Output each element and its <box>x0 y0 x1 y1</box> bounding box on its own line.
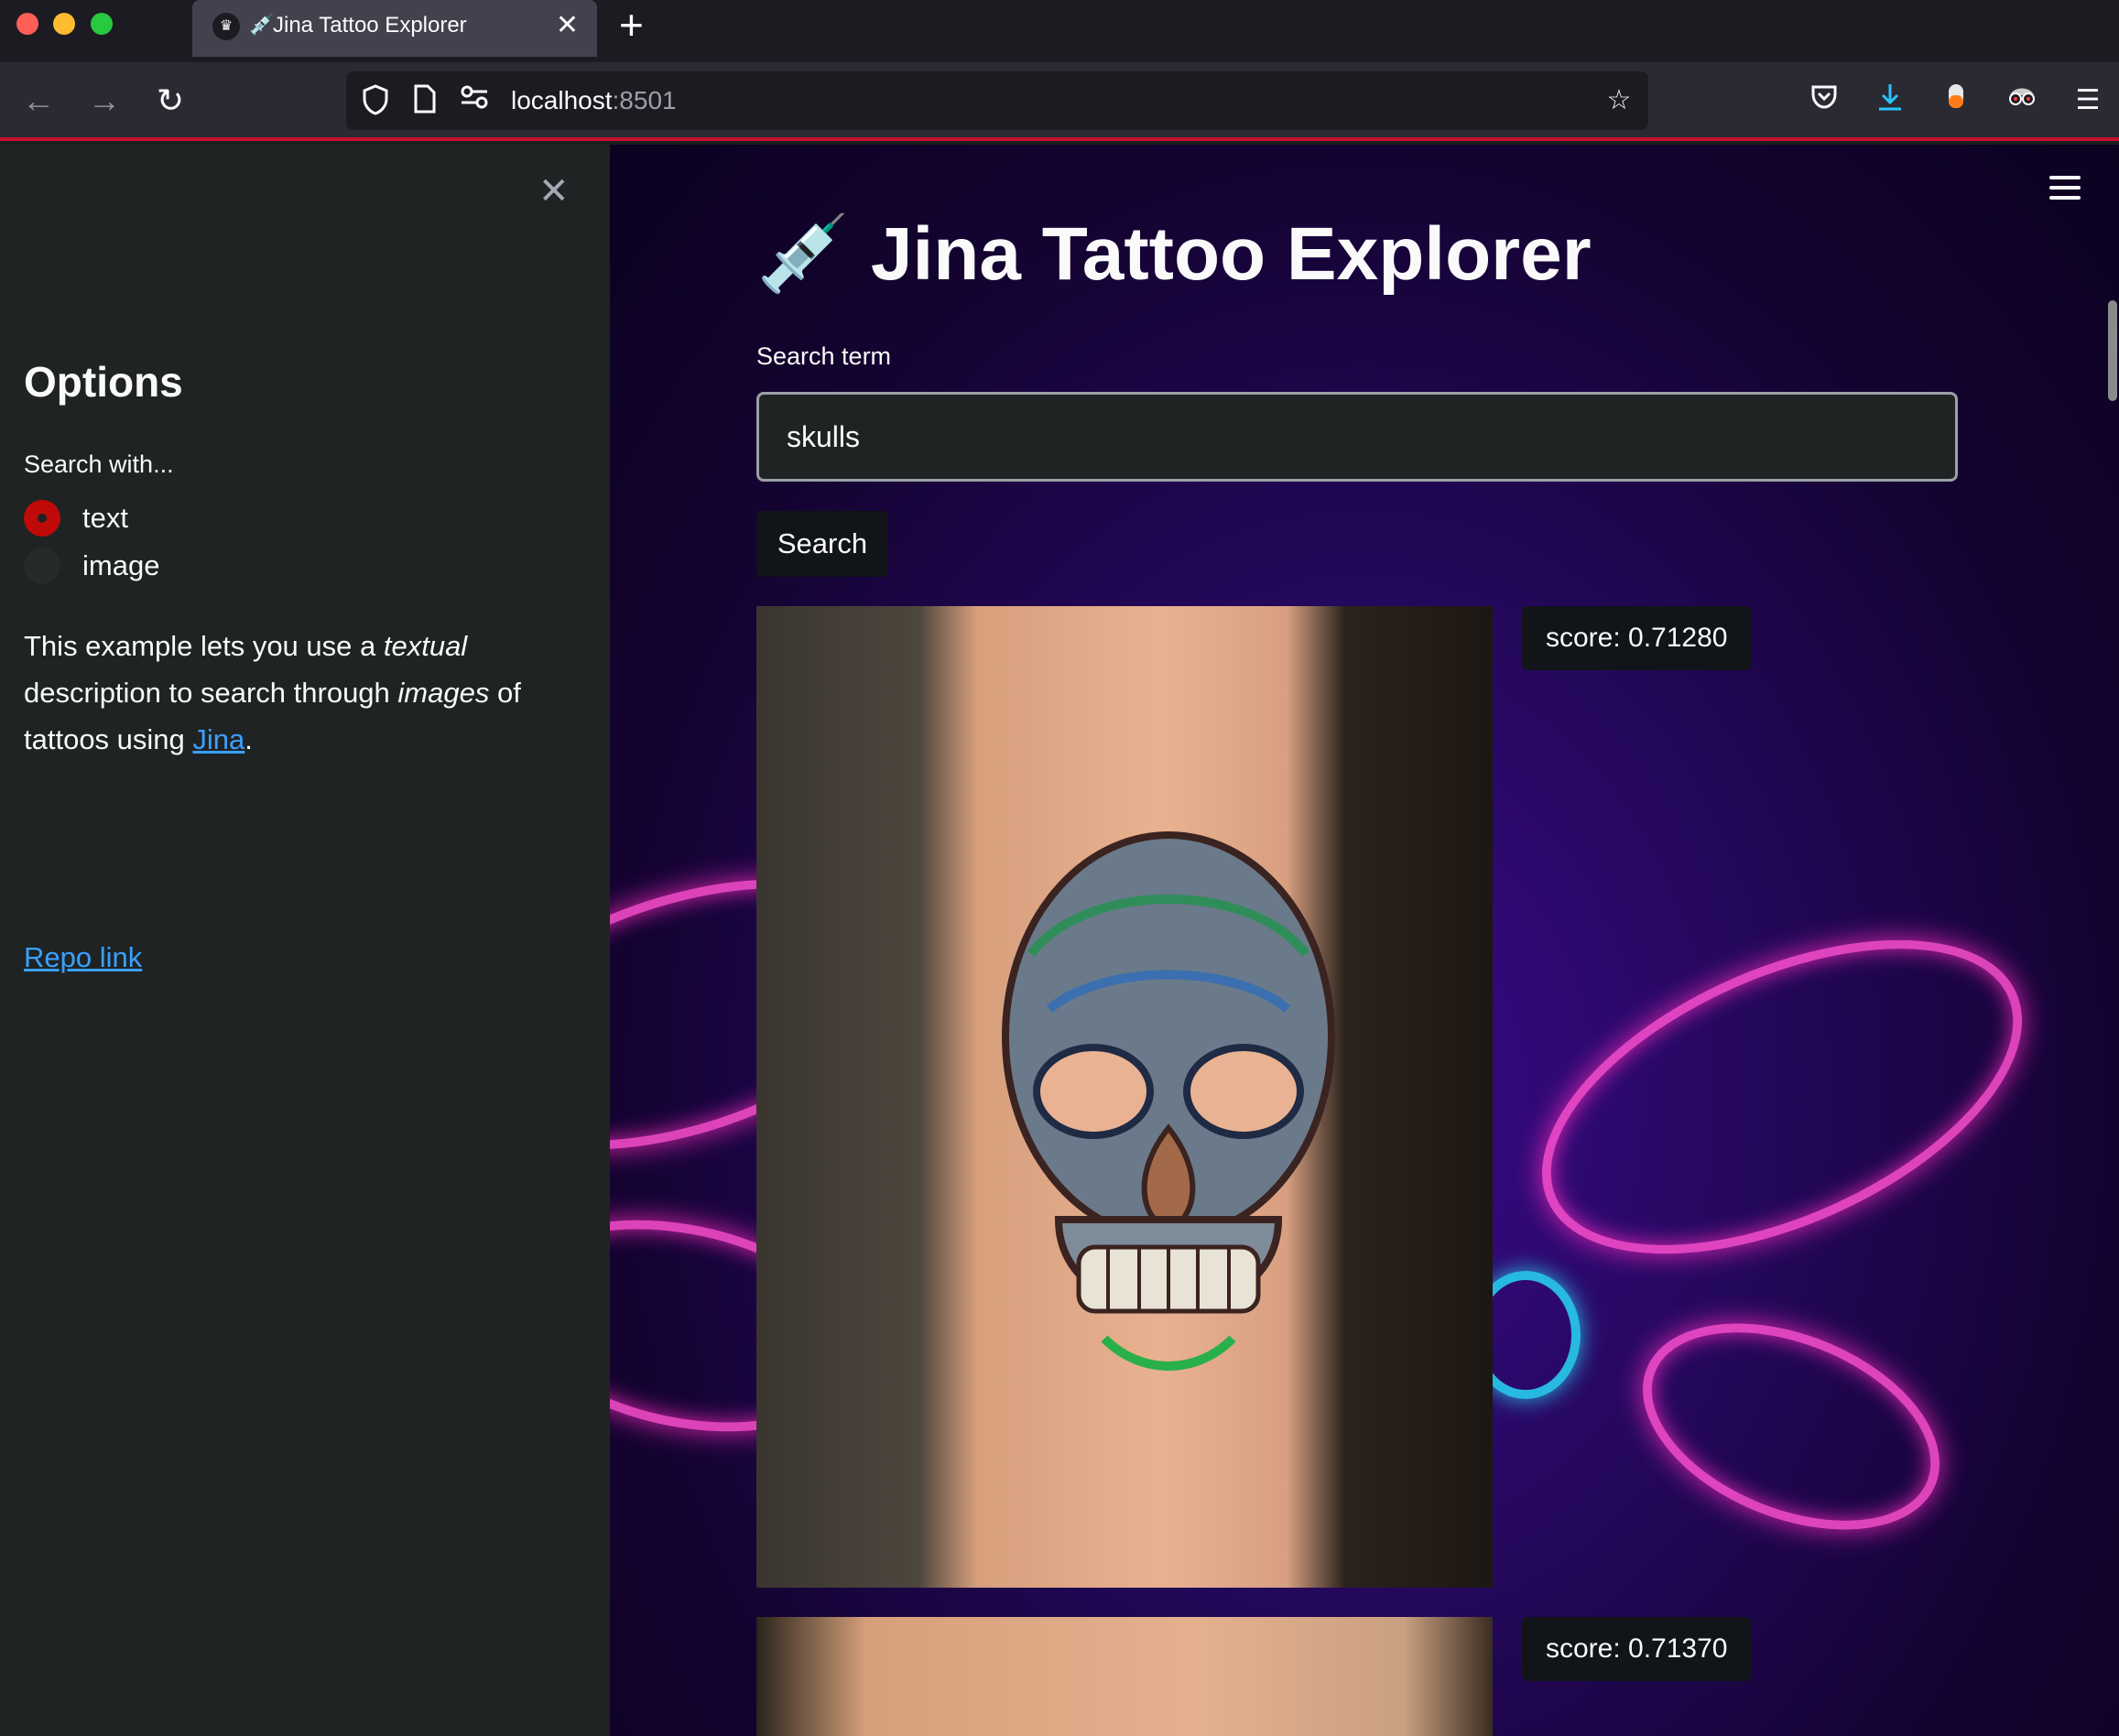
page-scrollbar[interactable] <box>2108 300 2117 401</box>
url-port: :8501 <box>612 86 677 114</box>
sidebar-close-icon[interactable]: ✕ <box>538 170 570 212</box>
back-arrow-icon[interactable]: ← <box>18 81 59 121</box>
radio-unselected-icon[interactable] <box>24 548 60 584</box>
desc-part: This example lets you use a <box>24 630 384 662</box>
neon-background-decoration <box>1612 1283 1971 1570</box>
skull-tattoo-image <box>1002 831 1335 1371</box>
sidebar-title: Options <box>24 358 183 406</box>
bookmark-star-icon[interactable]: ☆ <box>1603 84 1635 117</box>
tab-title: Jina Tattoo Explorer <box>273 13 467 38</box>
url-host: localhost <box>511 86 613 114</box>
radio-label-image: image <box>82 549 160 581</box>
page-title: 💉 Jina Tattoo Explorer <box>756 212 1592 296</box>
shield-icon[interactable] <box>359 84 392 117</box>
reload-icon[interactable]: ↻ <box>150 81 190 121</box>
radio-selected-icon[interactable] <box>24 500 60 537</box>
score-badge: score: 0.71280 <box>1522 606 1752 670</box>
browser-tab[interactable]: ♛ 💉 Jina Tattoo Explorer ✕ <box>192 0 597 57</box>
sidebar-description: This example lets you use a textual desc… <box>24 623 537 763</box>
sidebar: ✕ Options Search with... text image This… <box>0 145 610 1736</box>
result-image <box>756 606 1493 1588</box>
crown-favicon-icon: ♛ <box>212 13 240 40</box>
neon-background-decoration <box>1495 875 2069 1318</box>
search-button[interactable]: Search <box>756 511 888 577</box>
search-term-label: Search term <box>756 342 892 370</box>
desc-emphasis: textual <box>383 630 468 662</box>
window-maximize-button[interactable] <box>91 13 113 35</box>
app-menu-icon[interactable] <box>2049 176 2081 206</box>
browser-tab-bar: ♛ 💉 Jina Tattoo Explorer ✕ + <box>0 0 2119 62</box>
page-info-icon[interactable] <box>408 84 441 117</box>
main-content: 💉 Jina Tattoo Explorer Search term Searc… <box>610 145 2119 1736</box>
new-tab-button[interactable]: + <box>619 4 644 46</box>
window-close-button[interactable] <box>16 13 38 35</box>
search-mode-label: Search with... <box>24 450 174 478</box>
extension-icon[interactable] <box>1938 82 1974 119</box>
score-badge: score: 0.71370 <box>1522 1617 1752 1681</box>
download-icon[interactable] <box>1872 82 1908 119</box>
search-input[interactable] <box>756 392 1958 482</box>
browser-menu-icon[interactable]: ☰ <box>2070 82 2106 119</box>
permissions-icon[interactable] <box>458 84 491 117</box>
pocket-icon[interactable] <box>1806 82 1842 119</box>
syringe-icon: 💉 <box>249 13 275 36</box>
result-image <box>756 1617 1493 1736</box>
jina-link[interactable]: Jina <box>192 723 244 755</box>
forward-arrow-icon[interactable]: → <box>84 81 125 121</box>
profile-glasses-icon[interactable] <box>2004 82 2040 119</box>
radio-label-text: text <box>82 502 128 534</box>
desc-emphasis: images <box>397 677 490 709</box>
url-text[interactable]: localhost:8501 <box>511 86 677 115</box>
tab-close-icon[interactable]: ✕ <box>556 9 579 41</box>
repo-link[interactable]: Repo link <box>24 941 142 974</box>
window-minimize-button[interactable] <box>53 13 75 35</box>
radio-option-text[interactable]: text <box>24 500 128 537</box>
app-viewport: ✕ Options Search with... text image This… <box>0 145 2119 1736</box>
desc-part: description to search through <box>24 677 398 709</box>
browser-nav-bar: ← → ↻ localhost:8501 ☆ ☰ <box>0 62 2119 141</box>
radio-option-image[interactable]: image <box>24 548 159 584</box>
url-bar[interactable]: localhost:8501 ☆ <box>346 71 1648 130</box>
desc-part: . <box>244 723 253 755</box>
